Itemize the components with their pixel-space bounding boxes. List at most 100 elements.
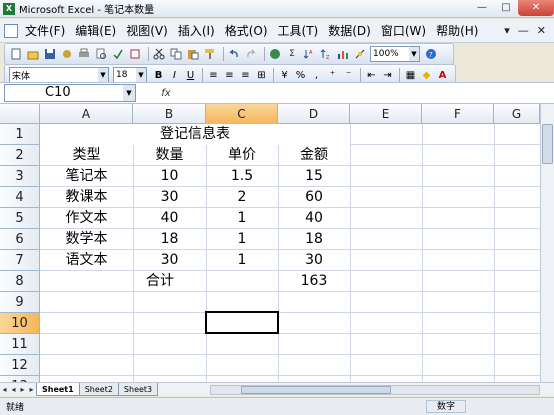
- open-icon[interactable]: [26, 47, 40, 61]
- undo-icon[interactable]: [227, 47, 241, 61]
- row-header[interactable]: 1: [0, 124, 40, 145]
- decrease-indent-icon[interactable]: ⇤: [364, 68, 379, 83]
- save-icon[interactable]: [43, 47, 57, 61]
- cut-icon[interactable]: [152, 47, 166, 61]
- menu-tools[interactable]: 工具(T): [273, 22, 324, 39]
- next-sheet-icon[interactable]: ▸: [18, 385, 27, 394]
- sort-descending-icon[interactable]: Z: [319, 47, 333, 61]
- row-header[interactable]: 4: [0, 187, 40, 208]
- menu-format[interactable]: 格式(O): [220, 22, 273, 39]
- total-value-cell[interactable]: 163: [278, 271, 350, 292]
- column-header[interactable]: E: [350, 104, 422, 124]
- align-right-icon[interactable]: ≡: [238, 68, 253, 83]
- row-header[interactable]: 12: [0, 355, 40, 376]
- chart-wizard-icon[interactable]: [336, 47, 350, 61]
- prev-sheet-icon[interactable]: ◂: [9, 385, 18, 394]
- workbook-close-button[interactable]: ✕: [537, 24, 546, 37]
- chevron-down-icon[interactable]: ▼: [136, 68, 146, 82]
- chevron-down-icon[interactable]: ▼: [123, 85, 135, 101]
- data-cell[interactable]: 30: [133, 250, 206, 271]
- menu-file[interactable]: 文件(F): [20, 22, 70, 39]
- vertical-scrollbar[interactable]: [540, 104, 554, 382]
- currency-icon[interactable]: ¥: [277, 68, 292, 83]
- name-box[interactable]: C10 ▼: [4, 84, 136, 102]
- decrease-decimal-icon[interactable]: ⁻: [341, 68, 356, 83]
- data-cell[interactable]: 1: [206, 229, 278, 250]
- redo-icon[interactable]: [244, 47, 258, 61]
- sheet-tab-sheet2[interactable]: Sheet2: [78, 383, 119, 396]
- percent-button[interactable]: %: [293, 68, 308, 83]
- formula-input[interactable]: [196, 84, 554, 102]
- row-header[interactable]: 7: [0, 250, 40, 271]
- zoom-select[interactable]: 100% ▼: [370, 46, 420, 62]
- font-color-icon[interactable]: A: [435, 68, 450, 83]
- data-cell[interactable]: 数学本: [40, 229, 133, 250]
- data-cell[interactable]: 60: [278, 187, 350, 208]
- sort-ascending-icon[interactable]: A: [302, 47, 316, 61]
- print-preview-icon[interactable]: [94, 47, 108, 61]
- vertical-scroll-thumb[interactable]: [542, 124, 553, 164]
- increase-decimal-icon[interactable]: ⁺: [325, 68, 340, 83]
- help-icon[interactable]: ?: [424, 47, 438, 61]
- copy-icon[interactable]: [169, 47, 183, 61]
- align-left-icon[interactable]: ≡: [206, 68, 221, 83]
- data-cell[interactable]: 1: [206, 208, 278, 229]
- menu-insert[interactable]: 插入(I): [173, 22, 220, 39]
- row-header[interactable]: 11: [0, 334, 40, 355]
- column-header[interactable]: D: [278, 104, 350, 124]
- font-size-select[interactable]: 18 ▼: [113, 67, 147, 83]
- data-cell[interactable]: 2: [206, 187, 278, 208]
- chevron-down-icon[interactable]: ▼: [98, 68, 108, 82]
- new-icon[interactable]: [9, 47, 23, 61]
- row-header[interactable]: 9: [0, 292, 40, 313]
- row-header[interactable]: 5: [0, 208, 40, 229]
- select-all-corner[interactable]: [0, 104, 40, 124]
- autosum-icon[interactable]: Σ: [285, 47, 299, 61]
- horizontal-scroll-thumb[interactable]: [241, 386, 391, 394]
- worksheet-grid[interactable]: A B C D E F G 1 2 3 4 5 6 7 8 9 10 11 12…: [0, 104, 540, 382]
- row-header[interactable]: 6: [0, 229, 40, 250]
- row-header[interactable]: 8: [0, 271, 40, 292]
- comma-style-icon[interactable]: ,: [309, 68, 324, 83]
- spelling-icon[interactable]: [111, 47, 125, 61]
- horizontal-scrollbar[interactable]: [210, 385, 540, 395]
- column-header[interactable]: G: [494, 104, 540, 124]
- row-header-selected[interactable]: 10: [0, 313, 40, 334]
- menu-view[interactable]: 视图(V): [121, 22, 173, 39]
- data-cell[interactable]: 30: [278, 250, 350, 271]
- header-cell[interactable]: 单价: [206, 145, 278, 166]
- data-cell[interactable]: 1.5: [206, 166, 278, 187]
- underline-button[interactable]: U: [183, 68, 198, 83]
- first-sheet-icon[interactable]: ◂: [0, 385, 9, 394]
- data-cell[interactable]: 18: [133, 229, 206, 250]
- column-header-selected[interactable]: C: [206, 104, 278, 124]
- column-header[interactable]: A: [40, 104, 133, 124]
- italic-button[interactable]: I: [167, 68, 182, 83]
- row-header[interactable]: 2: [0, 145, 40, 166]
- menu-window[interactable]: 窗口(W): [376, 22, 431, 39]
- sheet-tab-sheet1[interactable]: Sheet1: [36, 383, 80, 396]
- header-cell[interactable]: 类型: [40, 145, 133, 166]
- data-cell[interactable]: 1: [206, 250, 278, 271]
- menu-edit[interactable]: 编辑(E): [70, 22, 121, 39]
- format-painter-icon[interactable]: [203, 47, 217, 61]
- last-sheet-icon[interactable]: ▸: [27, 385, 36, 394]
- data-cell[interactable]: 18: [278, 229, 350, 250]
- restore-button[interactable]: □: [494, 0, 518, 16]
- print-icon[interactable]: [77, 47, 91, 61]
- row-header[interactable]: 3: [0, 166, 40, 187]
- research-icon[interactable]: [128, 47, 142, 61]
- fill-color-icon[interactable]: ◆: [419, 68, 434, 83]
- minimize-button[interactable]: —: [470, 0, 494, 16]
- data-cell[interactable]: 教课本: [40, 187, 133, 208]
- insert-function-icon[interactable]: fx: [136, 88, 196, 99]
- menu-data[interactable]: 数据(D): [323, 22, 376, 39]
- permission-icon[interactable]: [60, 47, 74, 61]
- sheet-tab-sheet3[interactable]: Sheet3: [117, 383, 159, 396]
- data-cell[interactable]: 40: [133, 208, 206, 229]
- data-cell[interactable]: 笔记本: [40, 166, 133, 187]
- data-cell[interactable]: 30: [133, 187, 206, 208]
- align-center-icon[interactable]: ≡: [222, 68, 237, 83]
- data-cell[interactable]: 语文本: [40, 250, 133, 271]
- hyperlink-icon[interactable]: [268, 47, 282, 61]
